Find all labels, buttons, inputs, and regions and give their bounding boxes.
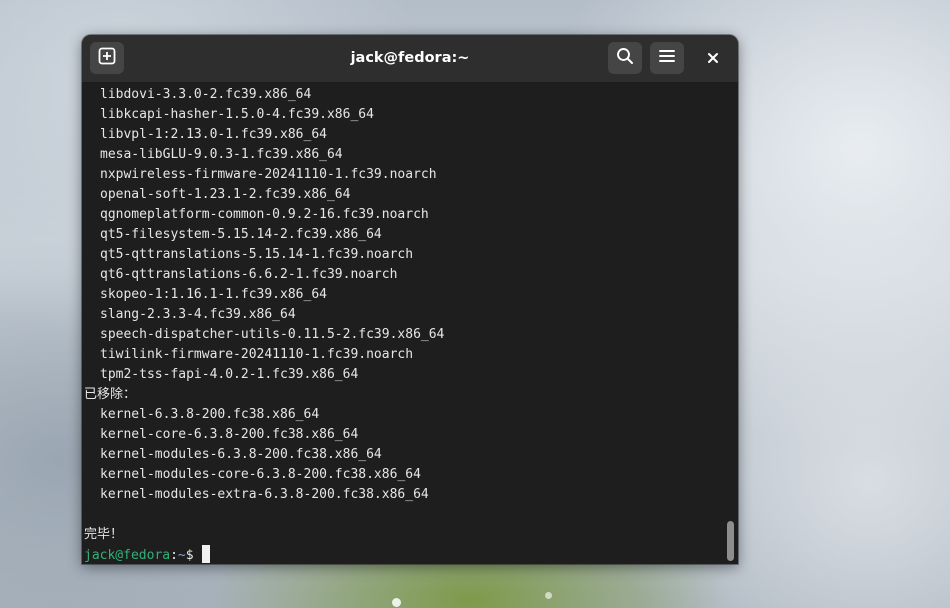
terminal-output-line: 已移除： [84,387,137,402]
shell-prompt-line[interactable]: jack@fedora:~$ [84,545,210,564]
scrollbar-thumb[interactable] [727,521,734,561]
wallpaper-highlight [545,592,552,599]
terminal-output-line: libvpl-1:2.13.0-1.fc39.x86_64 [100,127,327,142]
close-icon [707,49,719,68]
terminal-output-line: qt6-qttranslations-6.6.2-1.fc39.noarch [100,267,398,282]
search-button[interactable] [608,42,642,74]
terminal-output-line: qt5-filesystem-5.15.14-2.fc39.x86_64 [100,227,382,242]
terminal-output-line: kernel-core-6.3.8-200.fc38.x86_64 [100,427,359,442]
terminal-output-line: slang-2.3.3-4.fc39.x86_64 [100,307,296,322]
terminal-output-line: kernel-modules-6.3.8-200.fc38.x86_64 [100,447,382,462]
terminal-output-line: libdovi-3.3.0-2.fc39.x86_64 [100,87,312,102]
wallpaper-highlight [392,598,401,607]
scrollbar[interactable] [724,83,738,564]
main-menu-button[interactable] [650,42,684,74]
search-icon [616,47,634,69]
terminal-output-line: openal-soft-1.23.1-2.fc39.x86_64 [100,187,351,202]
terminal-output-line: qt5-qttranslations-5.15.14-1.fc39.noarch [100,247,414,262]
terminal-output-line: kernel-modules-core-6.3.8-200.fc38.x86_6… [100,467,421,482]
close-button[interactable] [699,44,727,72]
prompt-symbol: $ [185,548,194,563]
terminal-output-line: kernel-modules-extra-6.3.8-200.fc38.x86_… [100,487,429,502]
prompt-user-host: jack@fedora [84,548,171,563]
hamburger-menu-icon [658,47,676,69]
terminal-window: jack@fedora:~ libdovi-3.3.0-2.fc39.x86_6… [82,35,738,564]
terminal-output-line: speech-dispatcher-utils-0.11.5-2.fc39.x8… [100,327,445,342]
terminal-output-line: kernel-6.3.8-200.fc38.x86_64 [100,407,320,422]
terminal-output-line: libkcapi-hasher-1.5.0-4.fc39.x86_64 [100,107,374,122]
terminal-output-line: mesa-libGLU-9.0.3-1.fc39.x86_64 [100,147,343,162]
terminal-output-line: skopeo-1:1.16.1-1.fc39.x86_64 [100,287,327,302]
prompt-separator: : [170,548,178,563]
terminal-output-line: nxpwireless-firmware-20241110-1.fc39.noa… [100,167,437,182]
terminal-output-line: tiwilink-firmware-20241110-1.fc39.noarch [100,347,414,362]
new-tab-button[interactable] [90,42,124,74]
terminal-output-line: 完毕！ [84,527,124,542]
text-cursor [201,545,210,563]
terminal-output-line: qgnomeplatform-common-0.9.2-16.fc39.noar… [100,207,429,222]
header-bar: jack@fedora:~ [82,35,738,83]
new-tab-plus-icon [98,47,116,69]
terminal-output-area[interactable]: libdovi-3.3.0-2.fc39.x86_64 libkcapi-hash… [82,83,738,564]
terminal-output-line: tpm2-tss-fapi-4.0.2-1.fc39.x86_64 [100,367,359,382]
prompt-path: ~ [177,548,186,563]
